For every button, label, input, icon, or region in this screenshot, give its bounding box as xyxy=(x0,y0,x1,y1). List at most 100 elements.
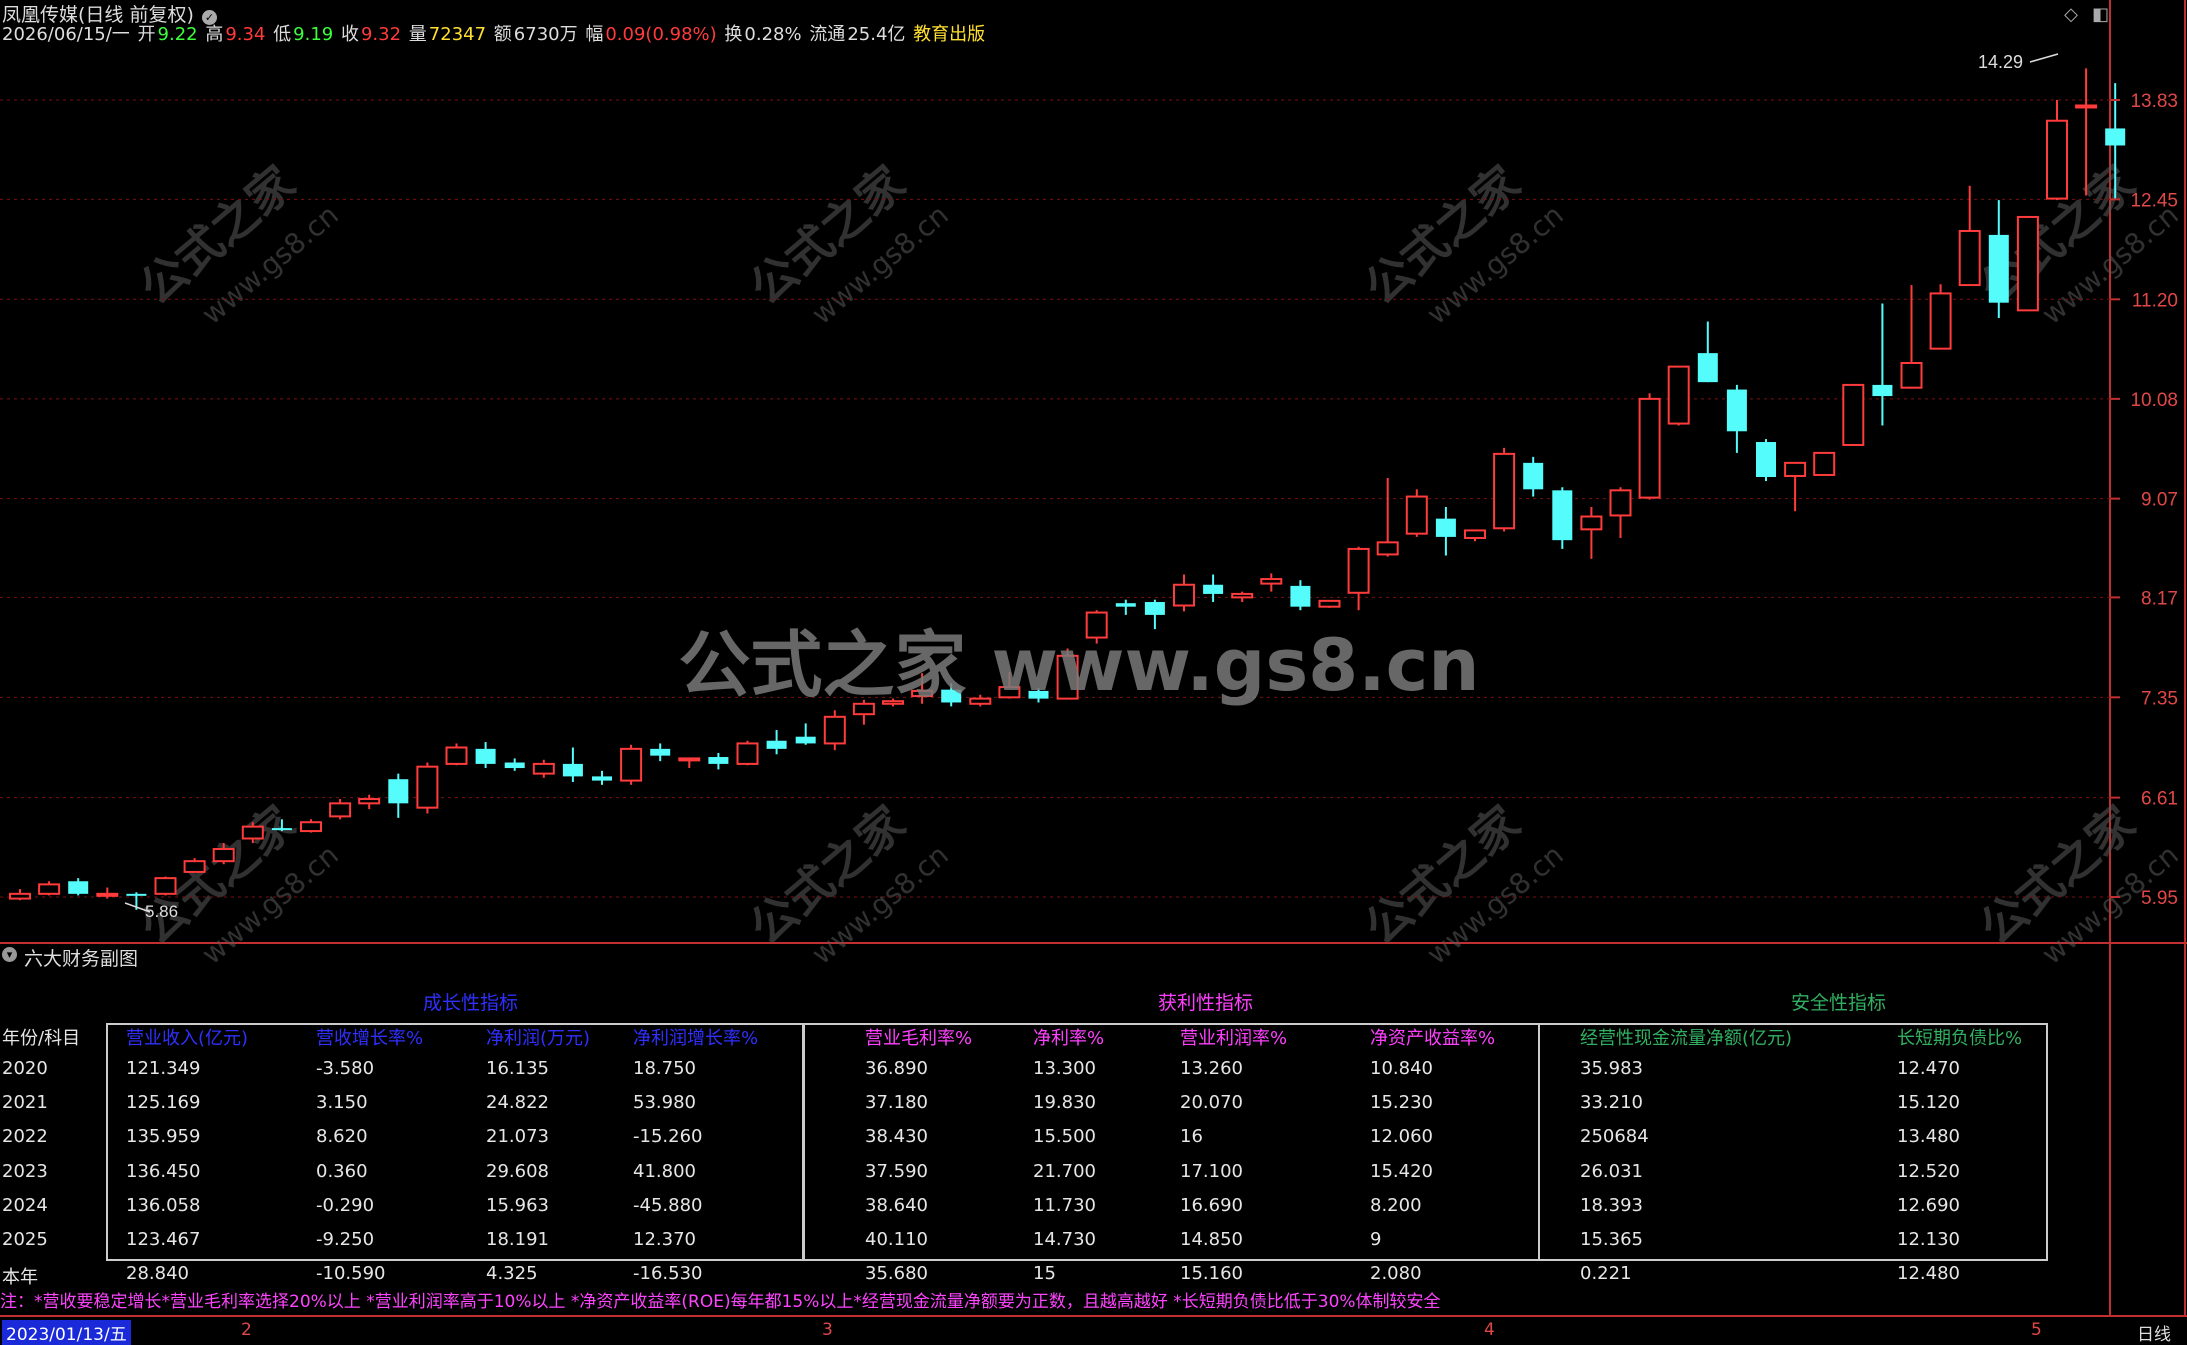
table-cell: 2.080 xyxy=(1370,1263,1422,1285)
table-cell: 11.730 xyxy=(1033,1194,1096,1216)
price-axis-label: 5.95 xyxy=(2141,888,2178,909)
candle-body xyxy=(1347,547,1370,594)
table-cell: 21.700 xyxy=(1033,1160,1096,1182)
column-header: 长短期负债比% xyxy=(1897,1028,2023,1049)
candle-body xyxy=(9,892,31,900)
column-header: 经营性现金流量净额(亿元) xyxy=(1580,1028,1793,1049)
candle xyxy=(1929,284,1952,350)
candle-body xyxy=(183,860,206,873)
row-year: 2024 xyxy=(2,1194,48,1216)
price-axis-label: 13.83 xyxy=(2130,91,2178,112)
high-marker-arrow xyxy=(2029,53,2059,63)
candle xyxy=(2016,215,2039,312)
table-cell: 16.690 xyxy=(1180,1194,1243,1216)
candle-body xyxy=(1376,541,1399,556)
candle-body xyxy=(1405,495,1428,535)
row-year: 2020 xyxy=(2,1058,48,1079)
candle-body xyxy=(2105,128,2126,146)
watermark-layer: 公式之家www.gs8.cn 公式之家www.gs8.cn 公式之家www.gs8.… xyxy=(129,155,2184,971)
table-cell: 10.840 xyxy=(1370,1058,1433,1079)
candle xyxy=(1435,507,1456,556)
time-tick: 4 xyxy=(1484,1320,1495,1340)
table-cell: 28.840 xyxy=(126,1263,189,1285)
table-cell: 135.959 xyxy=(126,1126,201,1148)
table-cell: 35.680 xyxy=(865,1263,928,1285)
table-cell: -45.880 xyxy=(633,1194,703,1216)
candle-body xyxy=(2016,215,2039,312)
table-cell: 18.393 xyxy=(1580,1194,1643,1216)
table-cell: 36.890 xyxy=(865,1058,928,1079)
row-year: 2022 xyxy=(2,1126,48,1148)
group-growth-title: 成长性指标 xyxy=(423,992,519,1014)
table-cell: 15.420 xyxy=(1370,1160,1433,1182)
table-cell: 29.608 xyxy=(486,1160,549,1182)
table-cell: 14.730 xyxy=(1033,1229,1096,1250)
candle-body xyxy=(504,762,525,769)
candle xyxy=(1609,487,1632,538)
table-cell: 38.430 xyxy=(865,1126,928,1148)
table-cell: -3.580 xyxy=(316,1058,375,1079)
price-axis-label: 12.45 xyxy=(2130,190,2178,211)
candle xyxy=(300,819,322,833)
candle xyxy=(68,878,89,896)
subchart-header: ▾ 六大财务副图 xyxy=(0,943,2110,973)
candle-body xyxy=(532,762,555,775)
price-axis-label: 6.61 xyxy=(2141,789,2178,810)
row-year: 2023 xyxy=(2,1160,48,1182)
table-cell: 15.160 xyxy=(1180,1263,1243,1285)
table-cell: 15.365 xyxy=(1580,1229,1643,1250)
high-marker-label: 14.29 xyxy=(1978,52,2023,72)
candle-body xyxy=(416,765,439,809)
candle-body xyxy=(1638,397,1661,499)
subchart-title[interactable]: 六大财务副图 xyxy=(24,944,138,971)
time-axis[interactable]: 2023/01/13/五 2 3 4 5 日线 xyxy=(0,1315,2187,1345)
candle-body xyxy=(1523,462,1544,490)
candle xyxy=(736,740,759,766)
candle xyxy=(1115,599,1136,615)
column-header: 净利润增长率% xyxy=(633,1028,759,1049)
table-cell: 13.480 xyxy=(1897,1126,1960,1148)
table-cell: 8.620 xyxy=(316,1126,368,1148)
collapse-icon[interactable]: ▾ xyxy=(2,947,17,962)
table-cell: -9.250 xyxy=(316,1229,375,1250)
price-axis-label: 11.20 xyxy=(2132,290,2178,311)
watermark-tile: 公式之家www.gs8.cn xyxy=(1354,155,1569,331)
candle xyxy=(1697,321,1718,383)
candle-body xyxy=(1203,584,1224,594)
candle xyxy=(388,773,409,818)
column-header: 营收增长率% xyxy=(316,1028,424,1049)
table-cell: 14.850 xyxy=(1180,1229,1243,1250)
candle-body xyxy=(1115,603,1136,607)
candle xyxy=(823,710,846,751)
watermark-center: 公式之家 www.gs8.cn xyxy=(678,623,1479,707)
time-tick: 2 xyxy=(241,1320,252,1340)
table-cell: 4.325 xyxy=(486,1263,538,1285)
candle-body xyxy=(96,892,119,897)
candle xyxy=(1260,573,1283,592)
table-cell: 13.260 xyxy=(1180,1058,1243,1079)
candle xyxy=(9,889,31,901)
table-cell: 121.349 xyxy=(126,1058,201,1079)
table-cell: 0.360 xyxy=(316,1160,368,1182)
table-cell: 136.058 xyxy=(126,1194,201,1216)
candle xyxy=(1290,580,1311,611)
candle xyxy=(795,723,816,745)
candle xyxy=(1203,574,1224,603)
table-cell: 12.130 xyxy=(1897,1229,1960,1250)
candle xyxy=(766,730,787,755)
table-cell: 38.640 xyxy=(865,1194,928,1216)
candle-body xyxy=(1813,451,1836,476)
column-header: 净利率% xyxy=(1033,1028,1105,1049)
candle-body xyxy=(678,757,701,762)
table-cell: 17.100 xyxy=(1180,1160,1243,1182)
price-axis-label: 10.08 xyxy=(2130,390,2178,411)
candle xyxy=(1667,365,1690,426)
table-cell: -10.590 xyxy=(316,1263,386,1285)
table-cell: 15.500 xyxy=(1033,1126,1096,1148)
financial-table: 成长性指标 获利性指标 安全性指标 年份/科目 营业收入(亿元) 营收增长率% 净利… xyxy=(0,975,2110,1288)
candle xyxy=(1638,393,1661,500)
period-label[interactable]: 日线 xyxy=(2137,1320,2171,1345)
candle-body xyxy=(1784,461,1807,477)
candle-body xyxy=(1697,353,1718,383)
table-cell: 12.060 xyxy=(1370,1126,1433,1148)
